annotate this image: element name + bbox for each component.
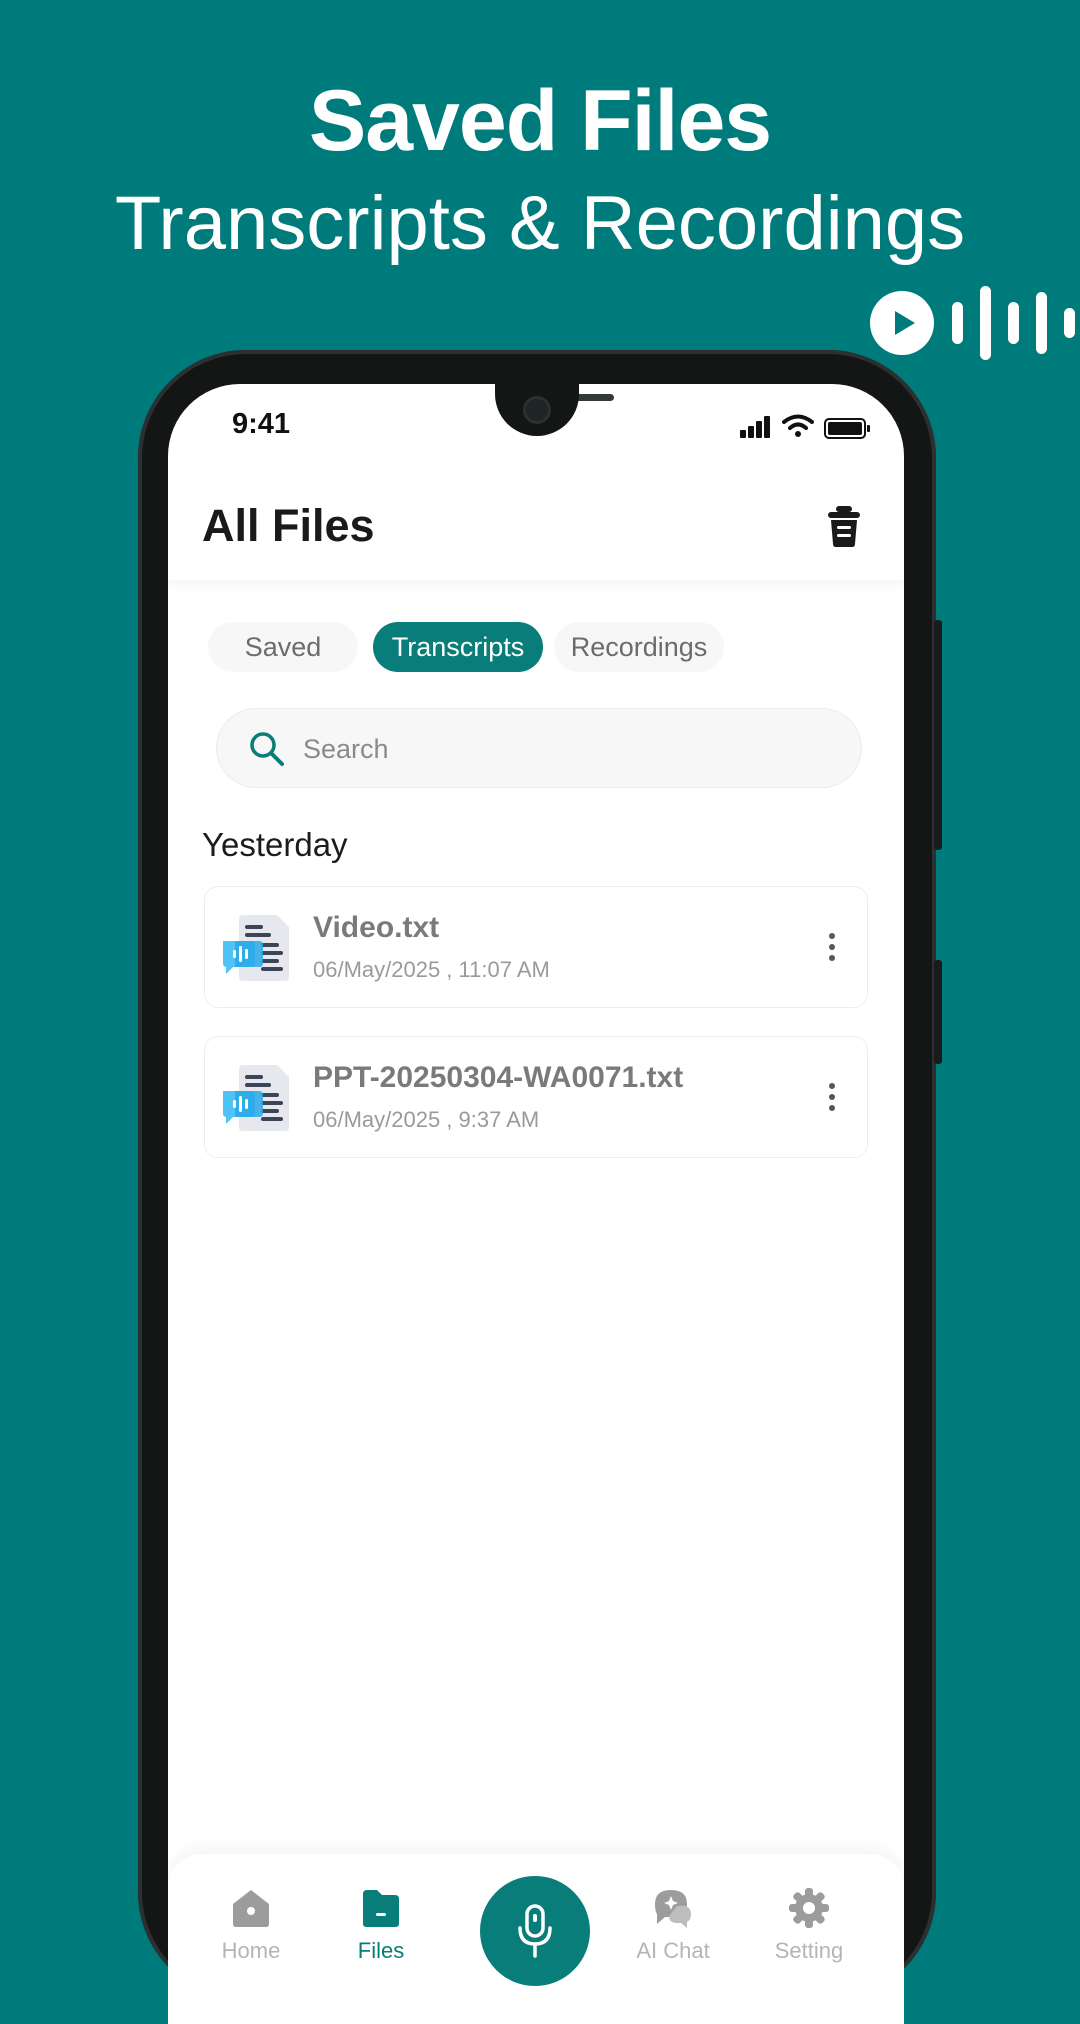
phone-frame: 9:41 All Files Saved Transcripts Recordi… [138, 350, 942, 2024]
more-options-icon[interactable] [827, 1083, 837, 1113]
file-date: 06/May/2025 , 9:37 AM [313, 1107, 540, 1132]
wifi-icon [782, 414, 814, 437]
play-icon [870, 291, 934, 355]
more-options-icon[interactable] [827, 933, 837, 963]
battery-icon [824, 418, 870, 439]
trash-icon[interactable] [824, 504, 864, 548]
nav-label: Setting [774, 1938, 844, 1963]
tab-saved[interactable]: Saved [208, 622, 358, 672]
search-input[interactable] [301, 709, 825, 789]
phone-screen: 9:41 All Files Saved Transcripts Recordi… [168, 384, 904, 2024]
nav-label: Files [357, 1938, 405, 1963]
record-button[interactable] [480, 1876, 590, 1986]
mic-icon [518, 1904, 552, 1958]
page-title: All Files [202, 500, 375, 551]
audio-wave-decoration [870, 286, 1080, 360]
home-icon [233, 1890, 269, 1927]
nav-settings[interactable]: Setting [764, 1886, 854, 1964]
section-label-yesterday: Yesterday [202, 826, 348, 863]
nav-label: AI Chat [636, 1938, 710, 1963]
files-icon [363, 1890, 399, 1927]
camera-notch [495, 384, 579, 436]
nav-label: Home [221, 1938, 281, 1963]
app-bar: All Files [168, 464, 904, 580]
settings-icon [789, 1888, 829, 1928]
status-time: 9:41 [232, 408, 291, 440]
promo-title: Saved Files [308, 73, 772, 169]
promo-subtitle: Transcripts & Recordings [114, 181, 966, 266]
nav-ai-chat[interactable]: AI Chat [628, 1886, 718, 1964]
nav-home[interactable]: Home [206, 1886, 296, 1964]
file-name: PPT-20250304-WA0071.txt [313, 1061, 684, 1094]
file-date: 06/May/2025 , 11:07 AM [313, 957, 550, 982]
file-name: Video.txt [313, 911, 440, 944]
tab-transcripts[interactable]: Transcripts [373, 622, 543, 672]
tab-recordings[interactable]: Recordings [554, 622, 724, 672]
bottom-nav: Home Files AI Chat Setting [168, 1854, 904, 2024]
status-icons [740, 414, 876, 440]
transcript-file-icon [223, 915, 289, 981]
ai-chat-icon [655, 1890, 691, 1928]
nav-files[interactable]: Files [336, 1886, 426, 1964]
search-bar [216, 708, 862, 789]
search-icon [250, 732, 284, 766]
file-item[interactable]: PPT-20250304-WA0071.txt 06/May/2025 , 9:… [204, 1036, 868, 1158]
transcript-file-icon [223, 1065, 289, 1131]
file-item[interactable]: Video.txt 06/May/2025 , 11:07 AM [204, 886, 868, 1008]
